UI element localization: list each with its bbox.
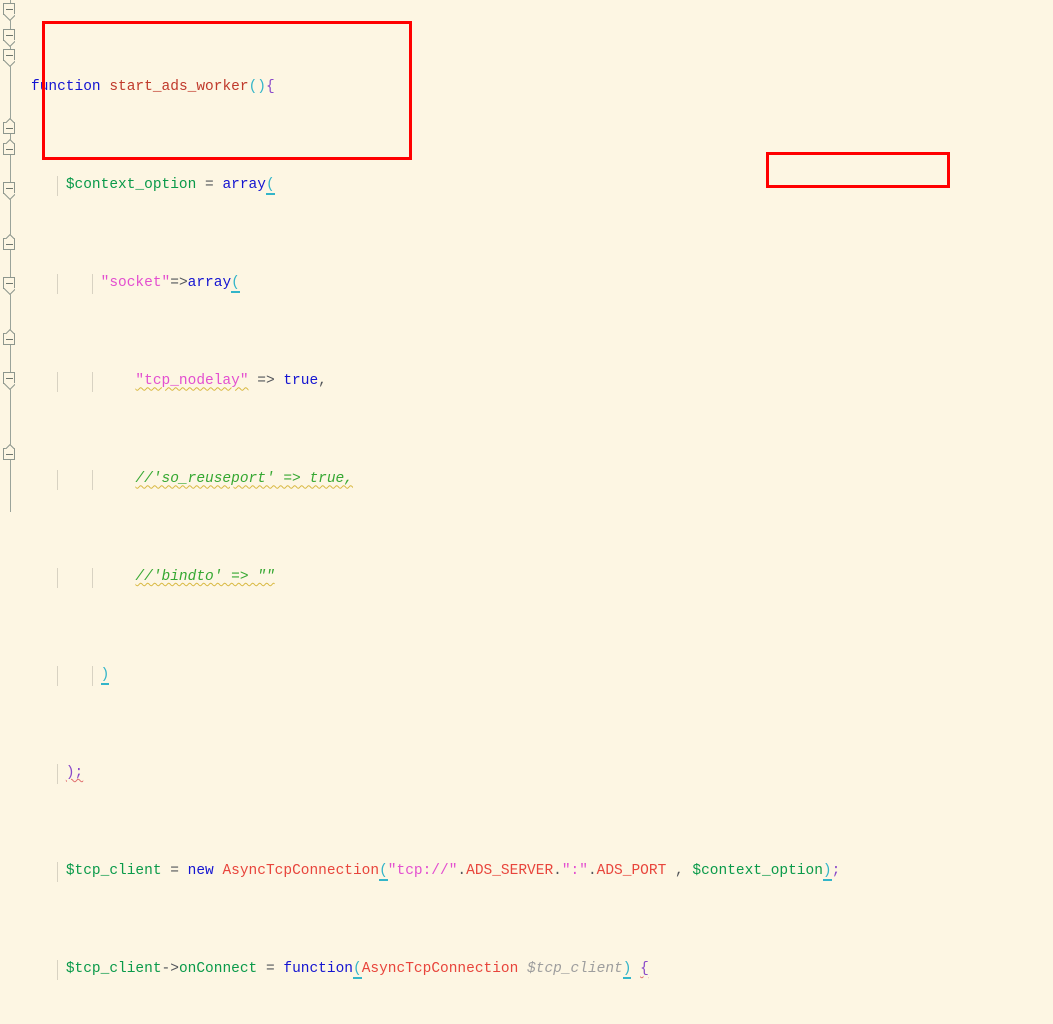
token-bool-true: true [283, 373, 319, 390]
token-comment-so-reuseport: //'so_reuseport' => true, [135, 471, 353, 488]
fold-marker-collapse-1[interactable] [3, 3, 18, 18]
token-string-tcp-scheme: "tcp://" [387, 863, 458, 880]
token-keyword-function: function [31, 79, 101, 96]
token-concat: . [553, 863, 562, 880]
token-paren-close: ) [100, 667, 110, 686]
token-function-name: start_ads_worker [109, 79, 249, 96]
token-paren-close-semicolon: ); [65, 765, 84, 782]
indent-guide [57, 862, 58, 882]
token-object-operator: -> [161, 961, 179, 978]
code-line-5[interactable]: //'so_reuseport' => true, [22, 470, 1053, 490]
code-line-1[interactable]: function start_ads_worker(){ [22, 78, 1053, 98]
code-line-8[interactable]: ); [22, 764, 1053, 784]
indent-guide [57, 372, 58, 392]
indent-guide [57, 764, 58, 784]
token-paren-open: ( [353, 961, 362, 980]
token-keyword-new: new [187, 863, 214, 880]
fold-marker-end-1[interactable] [3, 122, 18, 137]
token-var-tcp-client: $tcp_client [65, 961, 162, 978]
fold-marker-collapse-2[interactable] [3, 29, 18, 44]
indent-guide [92, 372, 93, 392]
token-assign: = [170, 863, 179, 880]
code-line-2[interactable]: $context_option = array( [22, 176, 1053, 196]
indent-guide [57, 176, 58, 196]
token-class-async-tcp-connection: AsyncTcpConnection [222, 863, 380, 880]
token-var-tcp-client: $tcp_client [65, 863, 162, 880]
token-semicolon: ; [831, 863, 841, 880]
token-paren-open: ( [231, 275, 240, 294]
token-string-tcp-nodelay: "tcp_nodelay" [135, 373, 249, 390]
code-line-9[interactable]: $tcp_client = new AsyncTcpConnection("tc… [22, 862, 1053, 882]
token-paren-close: ) [622, 961, 632, 980]
indent-guide [57, 960, 58, 980]
code-editor-pane[interactable]: function start_ads_worker(){ $context_op… [0, 0, 1053, 980]
fold-marker-collapse-6[interactable] [3, 372, 18, 387]
token-comma: , [318, 373, 327, 390]
fold-marker-end-5[interactable] [3, 448, 18, 463]
token-class-async-tcp-connection: AsyncTcpConnection [361, 961, 519, 978]
code-content[interactable]: function start_ads_worker(){ $context_op… [22, 0, 1053, 980]
token-arrow: => [170, 275, 188, 292]
code-line-3[interactable]: "socket"=>array( [22, 274, 1053, 294]
token-concat: . [457, 863, 467, 880]
token-array-keyword: array [222, 177, 266, 194]
indent-guide [92, 568, 93, 588]
token-string-colon: ":" [561, 863, 588, 880]
indent-guide [92, 666, 93, 686]
indent-guide [57, 666, 58, 686]
token-prop-on-connect: onConnect [178, 961, 258, 978]
token-brace-open: { [640, 961, 649, 978]
fold-marker-collapse-4[interactable] [3, 182, 18, 197]
fold-marker-end-4[interactable] [3, 333, 18, 348]
fold-marker-end-3[interactable] [3, 238, 18, 253]
token-comma: , [674, 863, 684, 880]
token-var-context-option-arg: $context_option [692, 863, 823, 880]
token-paren-open: ( [265, 177, 275, 196]
indent-guide [92, 470, 93, 490]
code-folding-gutter[interactable] [0, 0, 22, 512]
token-string-socket: "socket" [100, 275, 171, 292]
indent-guide [57, 274, 58, 294]
code-line-6[interactable]: //'bindto' => "" [22, 568, 1053, 588]
indent-guide [57, 470, 58, 490]
token-comment-bindto: //'bindto' => "" [135, 569, 275, 586]
token-brace-open: { [265, 79, 275, 96]
token-paren: () [248, 79, 266, 96]
token-const-ads-server: ADS_SERVER [466, 863, 554, 880]
token-keyword-function: function [283, 961, 353, 978]
indent-guide [92, 274, 93, 294]
token-assign: = [205, 177, 214, 194]
indent-guide [57, 568, 58, 588]
token-array-keyword: array [187, 275, 232, 292]
token-param-tcp-client: $tcp_client [527, 961, 623, 978]
fold-marker-collapse-5[interactable] [3, 277, 18, 292]
token-assign: = [265, 961, 275, 978]
code-line-4[interactable]: "tcp_nodelay" => true, [22, 372, 1053, 392]
token-concat: . [587, 863, 597, 880]
token-paren-close: ) [822, 863, 832, 882]
fold-marker-end-2[interactable] [3, 143, 18, 158]
fold-marker-collapse-3[interactable] [3, 49, 18, 64]
code-line-7[interactable]: ) [22, 666, 1053, 686]
token-arrow: => [257, 373, 275, 390]
gutter-rail [10, 0, 11, 512]
token-const-ads-port: ADS_PORT [596, 863, 667, 880]
token-paren-open: ( [379, 863, 388, 882]
code-line-10[interactable]: $tcp_client->onConnect = function(AsyncT… [22, 960, 1053, 980]
token-var-context-option: $context_option [65, 177, 197, 194]
